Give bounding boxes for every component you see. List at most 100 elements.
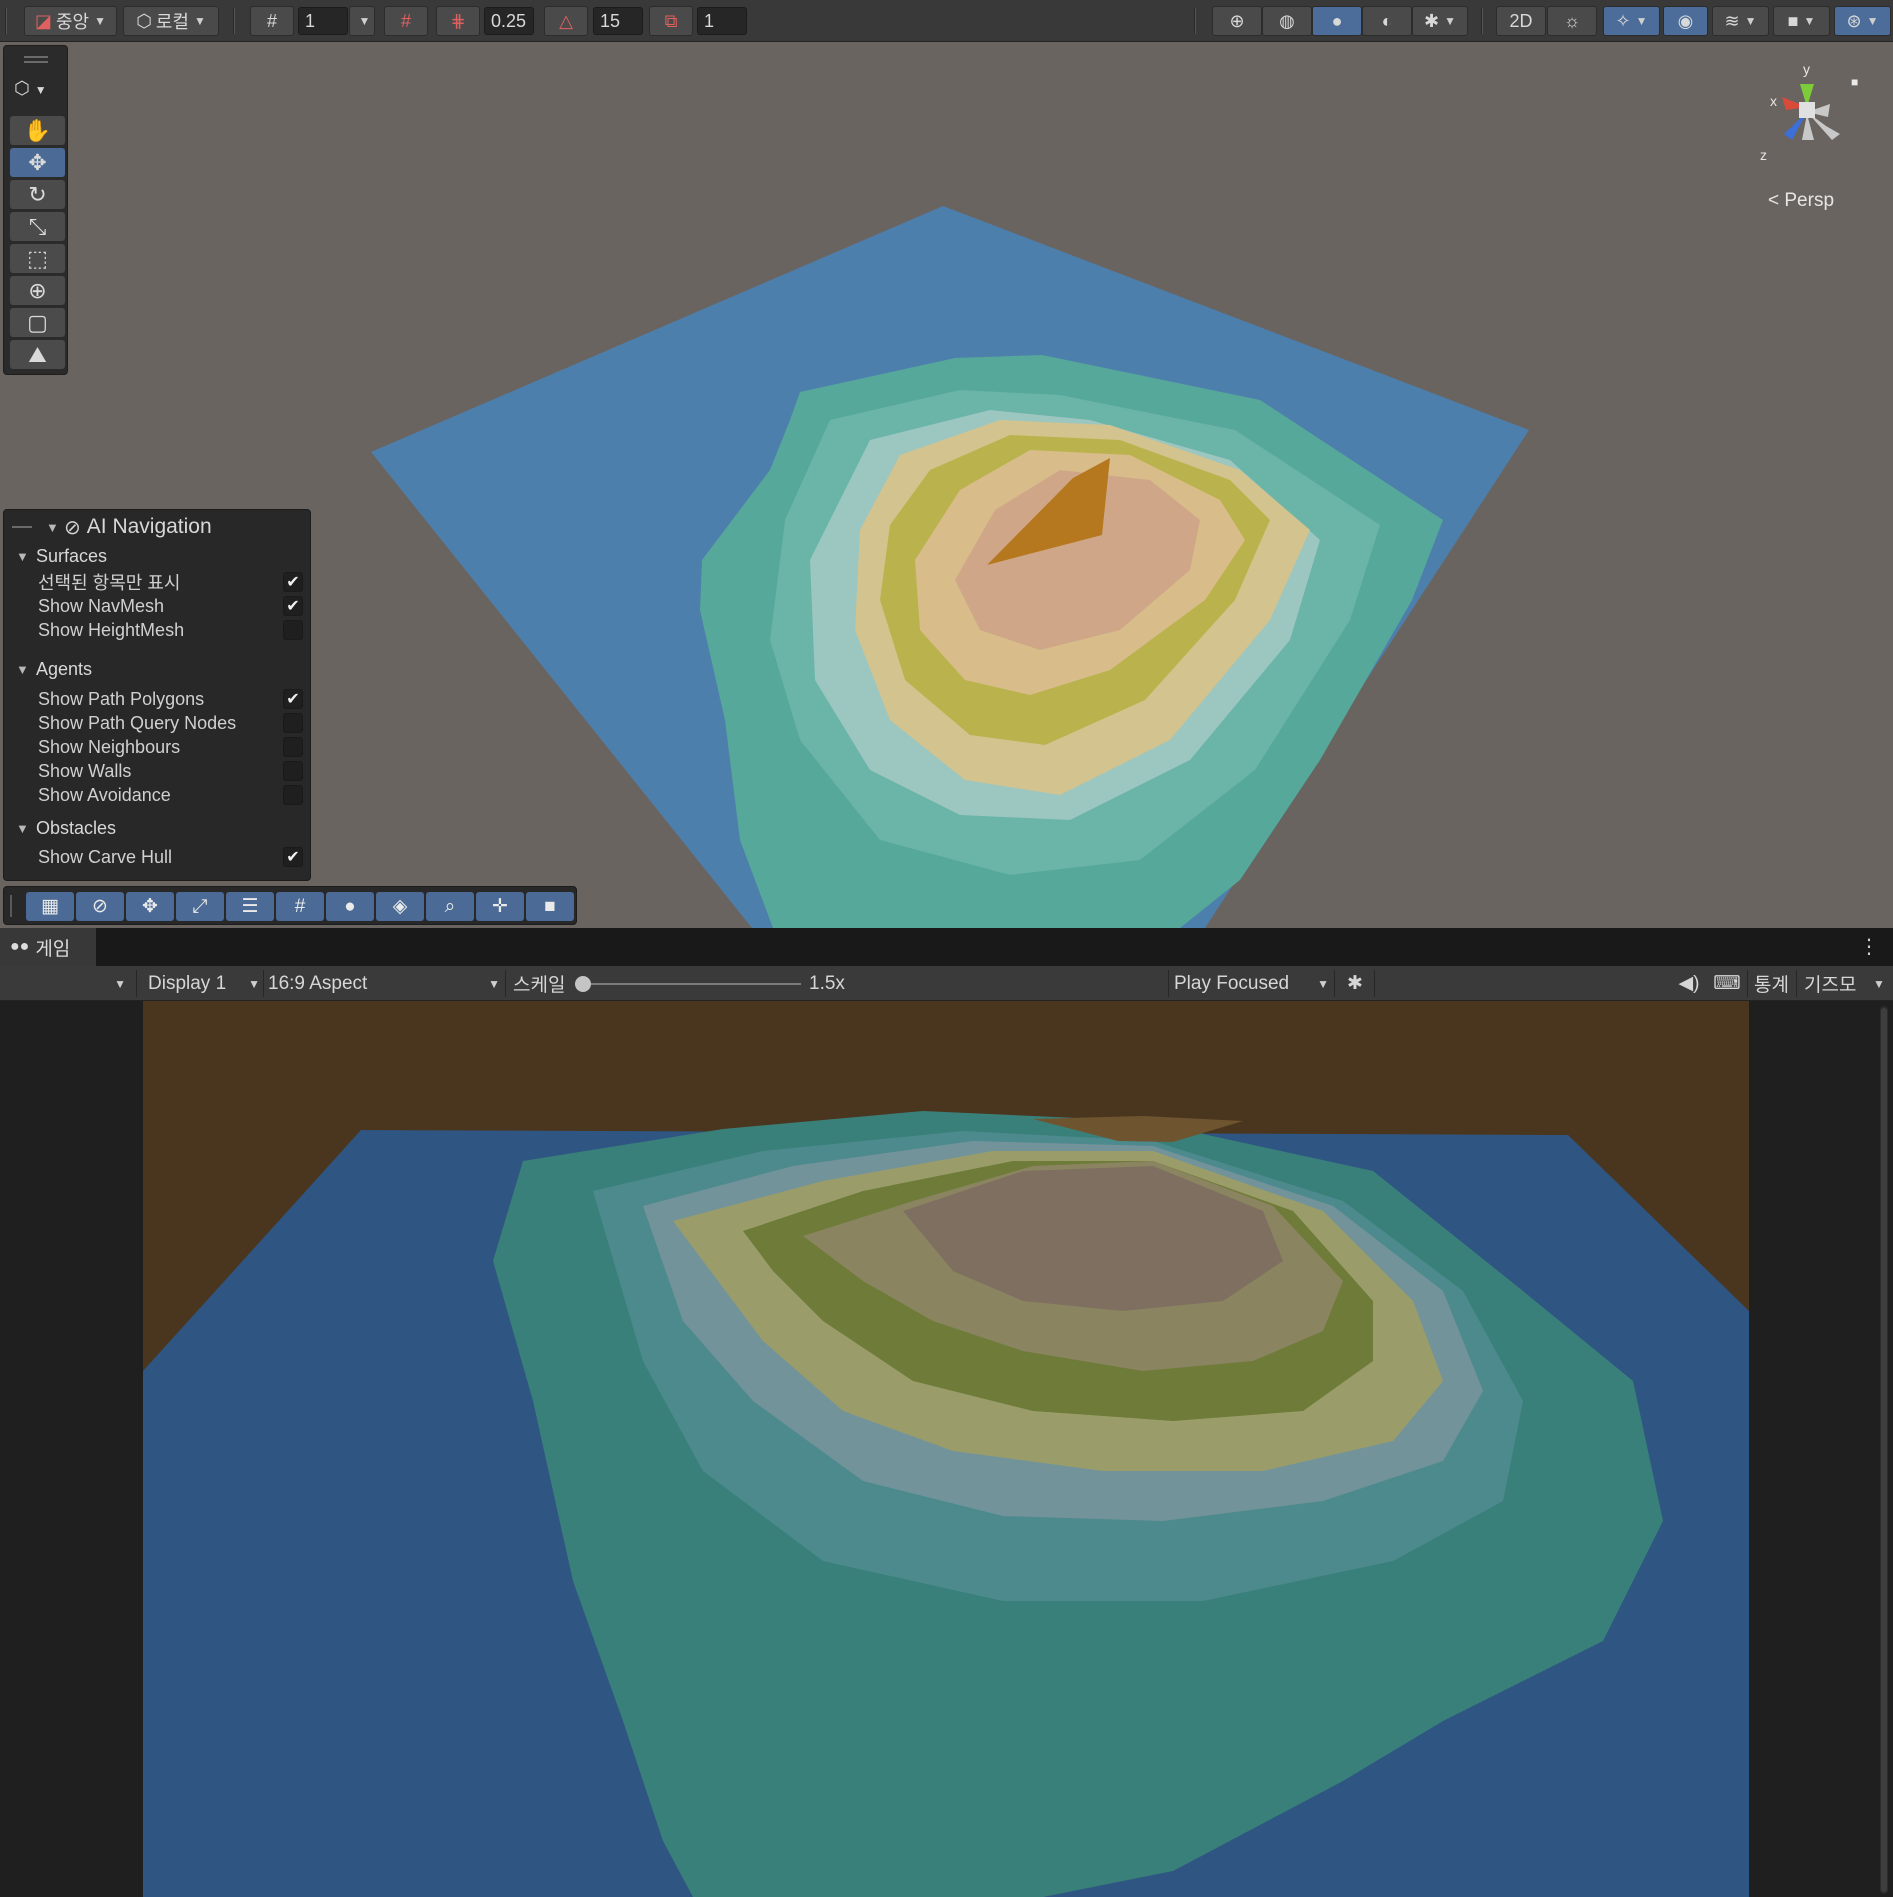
option-checkbox[interactable]: ✔: [283, 572, 303, 592]
option-checkbox[interactable]: [283, 620, 303, 640]
gizmos-toggle-button[interactable]: 기즈모: [1804, 966, 1856, 1001]
tab-game[interactable]: ●● 게임: [0, 928, 96, 966]
unlit-button[interactable]: ◐: [1362, 6, 1412, 36]
overlay-grip[interactable]: [24, 56, 48, 58]
aspect-dropdown[interactable]: 16:9 Aspect ▼: [268, 966, 500, 1001]
tool-context-dropdown[interactable]: ⬡ ▼: [14, 78, 47, 99]
shaded-sphere-icon: ●: [1331, 11, 1343, 31]
section-header-surfaces[interactable]: ▼ Surfaces: [4, 544, 312, 568]
scale-slider-handle[interactable]: [575, 976, 591, 992]
option-row[interactable]: Show Path Query Nodes: [4, 711, 312, 735]
ai-navigation-button[interactable]: ⊘: [76, 892, 124, 921]
option-row[interactable]: Show Carve Hull ✔: [4, 845, 312, 869]
projection-toggle[interactable]: < Persp: [1768, 190, 1834, 212]
lighting-toggle-button[interactable]: ☼: [1547, 6, 1597, 36]
wireframe-shading-button[interactable]: ⊕: [1212, 6, 1262, 36]
toolbar-separator: [1374, 970, 1375, 997]
gizmos-dropdown[interactable]: ⊛ ▼: [1834, 6, 1891, 36]
rotate-tool-button[interactable]: ↻: [10, 180, 65, 209]
play-mode-dropdown[interactable]: Play Focused ▼: [1174, 966, 1329, 1001]
chevron-down-icon: ▼: [34, 83, 47, 97]
rotation-snap-button[interactable]: △: [544, 6, 588, 36]
option-checkbox[interactable]: ✔: [283, 847, 303, 867]
scale-snap-field[interactable]: 1: [697, 7, 747, 35]
rotation-snap-field[interactable]: 15: [593, 7, 643, 35]
scale-snap-button[interactable]: ⧉: [649, 6, 693, 36]
view-tool-button[interactable]: ✋: [10, 116, 65, 145]
space-dropdown[interactable]: ⬡ 로컬 ▼: [123, 6, 219, 36]
shaded-button[interactable]: ●: [1312, 6, 1362, 36]
move-tool-button[interactable]: ✥: [10, 148, 65, 177]
option-row[interactable]: 선택된 항목만 표시 ✔: [4, 570, 312, 594]
2d-toggle-button[interactable]: 2D: [1496, 6, 1546, 36]
grid-snap-button[interactable]: #: [384, 6, 428, 36]
gizmo-center-cube[interactable]: [1799, 102, 1815, 118]
gizmo-globe-icon: ⊛: [1846, 11, 1862, 31]
option-row[interactable]: Show Path Polygons ✔: [4, 687, 312, 711]
navmesh-tool-button[interactable]: ⛰: [10, 340, 65, 369]
section-header-agents[interactable]: ▼ Agents: [4, 657, 312, 681]
unlit-sphere-icon: ◐: [1381, 11, 1393, 31]
collapse-triangle-icon[interactable]: ▼: [46, 520, 60, 535]
toolbar-grip[interactable]: [5, 8, 7, 34]
game-mode-dropdown[interactable]: ▼: [0, 966, 134, 1001]
ai-navigation-header[interactable]: ▼ ⊘ AI Navigation: [4, 515, 312, 539]
grid-size-dropdown[interactable]: ▼: [349, 6, 375, 36]
increment-snap-button[interactable]: ⋕: [436, 6, 480, 36]
settings-overlay-button[interactable]: ☰: [226, 892, 274, 921]
grid-visibility-button[interactable]: #: [250, 6, 294, 36]
layers-overlay-button[interactable]: ◈: [376, 892, 424, 921]
option-row[interactable]: Show HeightMesh: [4, 618, 312, 642]
option-checkbox[interactable]: ✔: [283, 596, 303, 616]
mute-audio-button[interactable]: ◀): [1674, 966, 1704, 1001]
frame-debugger-button[interactable]: ✱: [1340, 966, 1370, 1001]
camera-overlay-button[interactable]: ■: [526, 892, 574, 921]
grid-overlay-button[interactable]: #: [276, 892, 324, 921]
stats-button[interactable]: 통계: [1754, 966, 1789, 1001]
option-checkbox[interactable]: ✔: [283, 689, 303, 709]
orientation-gizmo[interactable]: y x z: [1752, 62, 1862, 172]
scene-visibility-button[interactable]: ◉: [1663, 6, 1708, 36]
overlay-grip[interactable]: [10, 895, 12, 917]
option-label: Show Neighbours: [38, 736, 181, 757]
display-dropdown[interactable]: Display 1 ▼: [148, 966, 260, 1001]
scale-overlay-button[interactable]: ⤢: [176, 892, 224, 921]
option-checkbox[interactable]: [283, 713, 303, 733]
debug-draw-mode-dropdown[interactable]: ✱ ▼: [1412, 6, 1468, 36]
scene-view[interactable]: ◪ 중앙 ▼ ⬡ 로컬 ▼ # 1 ▼ # ⋕ 0.25 △ 15 ⧉ 1 ⊕ …: [0, 0, 1893, 928]
effects-dropdown[interactable]: ✧ ▼: [1603, 6, 1660, 36]
overlay-grip[interactable]: [12, 526, 32, 528]
shortcuts-button[interactable]: ⌨: [1712, 966, 1742, 1001]
shaded-wireframe-button[interactable]: ◍: [1262, 6, 1312, 36]
rect-tool-button[interactable]: ⬚: [10, 244, 65, 273]
option-row[interactable]: Show NavMesh ✔: [4, 594, 312, 618]
section-header-obstacles[interactable]: ▼ Obstacles: [4, 816, 312, 840]
transform-tool-button[interactable]: ⊕: [10, 276, 65, 305]
option-row[interactable]: Show Neighbours: [4, 735, 312, 759]
scale-slider[interactable]: [583, 983, 801, 985]
move-overlay-button[interactable]: ✥: [126, 892, 174, 921]
toolbar-separator: [1481, 8, 1483, 34]
gizmos-dropdown[interactable]: ▼: [1870, 966, 1888, 1001]
option-row[interactable]: Show Walls: [4, 759, 312, 783]
option-checkbox[interactable]: [283, 761, 303, 781]
option-row[interactable]: Show Avoidance: [4, 783, 312, 807]
pivot-overlay-button[interactable]: ✛: [476, 892, 524, 921]
game-scrollbar-thumb[interactable]: [1881, 1008, 1887, 1892]
camera-dropdown[interactable]: ■ ▼: [1773, 6, 1830, 36]
toolbar-separator: [1796, 970, 1797, 997]
layers-dropdown[interactable]: ≋ ▼: [1712, 6, 1769, 36]
sphere-overlay-button[interactable]: ●: [326, 892, 374, 921]
pivot-dropdown[interactable]: ◪ 중앙 ▼: [24, 6, 117, 36]
navmesh-surface-button[interactable]: ▦: [26, 892, 74, 921]
lock-icon[interactable]: ■: [1851, 75, 1858, 89]
custom-tool-button[interactable]: ▢: [10, 308, 65, 337]
scale-tool-button[interactable]: ⤡: [10, 212, 65, 241]
search-overlay-button[interactable]: ⌕: [426, 892, 474, 921]
increment-snap-field[interactable]: 0.25: [484, 7, 534, 35]
game-viewport[interactable]: [143, 1001, 1749, 1897]
grid-size-field[interactable]: 1: [298, 7, 348, 35]
more-options-icon[interactable]: ⋮: [1859, 934, 1879, 959]
option-checkbox[interactable]: [283, 785, 303, 805]
option-checkbox[interactable]: [283, 737, 303, 757]
